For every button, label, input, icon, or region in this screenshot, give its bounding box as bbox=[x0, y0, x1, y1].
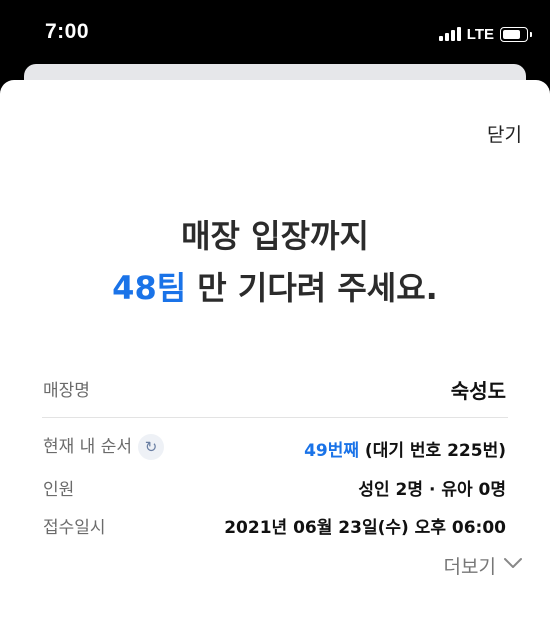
order-position: 49번째 bbox=[304, 441, 360, 461]
status-bar: 7:00 LTE bbox=[0, 0, 550, 66]
divider bbox=[42, 417, 508, 418]
time-value: 2021년 06월 23일(수) 오후 06:00 bbox=[224, 518, 506, 538]
store-value: 숙성도 bbox=[450, 379, 506, 403]
order-label: 현재 내 순서 bbox=[43, 437, 133, 457]
refresh-icon[interactable]: ↻ bbox=[138, 434, 165, 460]
battery-icon bbox=[500, 26, 532, 42]
headline-line2: 48팀 만 기다려 주세요. bbox=[0, 262, 550, 314]
order-detail: (대기 번호 225번) bbox=[359, 441, 506, 461]
status-time: 7:00 bbox=[45, 20, 90, 43]
waiting-headline: 매장 입장까지 48팀 만 기다려 주세요. bbox=[0, 210, 550, 314]
signal-icon bbox=[438, 27, 461, 41]
order-label-row: 현재 내 순서 ↻ bbox=[43, 432, 165, 460]
close-button[interactable]: 닫기 bbox=[487, 120, 522, 147]
store-label: 매장명 bbox=[43, 381, 90, 401]
chevron-down-icon[interactable] bbox=[502, 554, 524, 572]
party-label: 인원 bbox=[43, 480, 75, 500]
order-value: 49번째 (대기 번호 225번) bbox=[304, 436, 506, 461]
teams-ahead: 48팀 bbox=[112, 269, 187, 307]
headline-line2-rest: 만 기다려 주세요. bbox=[186, 269, 438, 307]
time-label: 접수일시 bbox=[43, 518, 106, 538]
waiting-sheet: 닫기 매장 입장까지 48팀 만 기다려 주세요. 매장명 숙성도 현재 내 순… bbox=[0, 80, 550, 640]
headline-line1: 매장 입장까지 bbox=[181, 217, 369, 255]
more-button[interactable]: 더보기 bbox=[444, 552, 496, 579]
status-indicators: LTE bbox=[438, 24, 532, 44]
party-value: 성인 2명 · 유아 0명 bbox=[358, 480, 506, 500]
network-type: LTE bbox=[466, 25, 494, 43]
